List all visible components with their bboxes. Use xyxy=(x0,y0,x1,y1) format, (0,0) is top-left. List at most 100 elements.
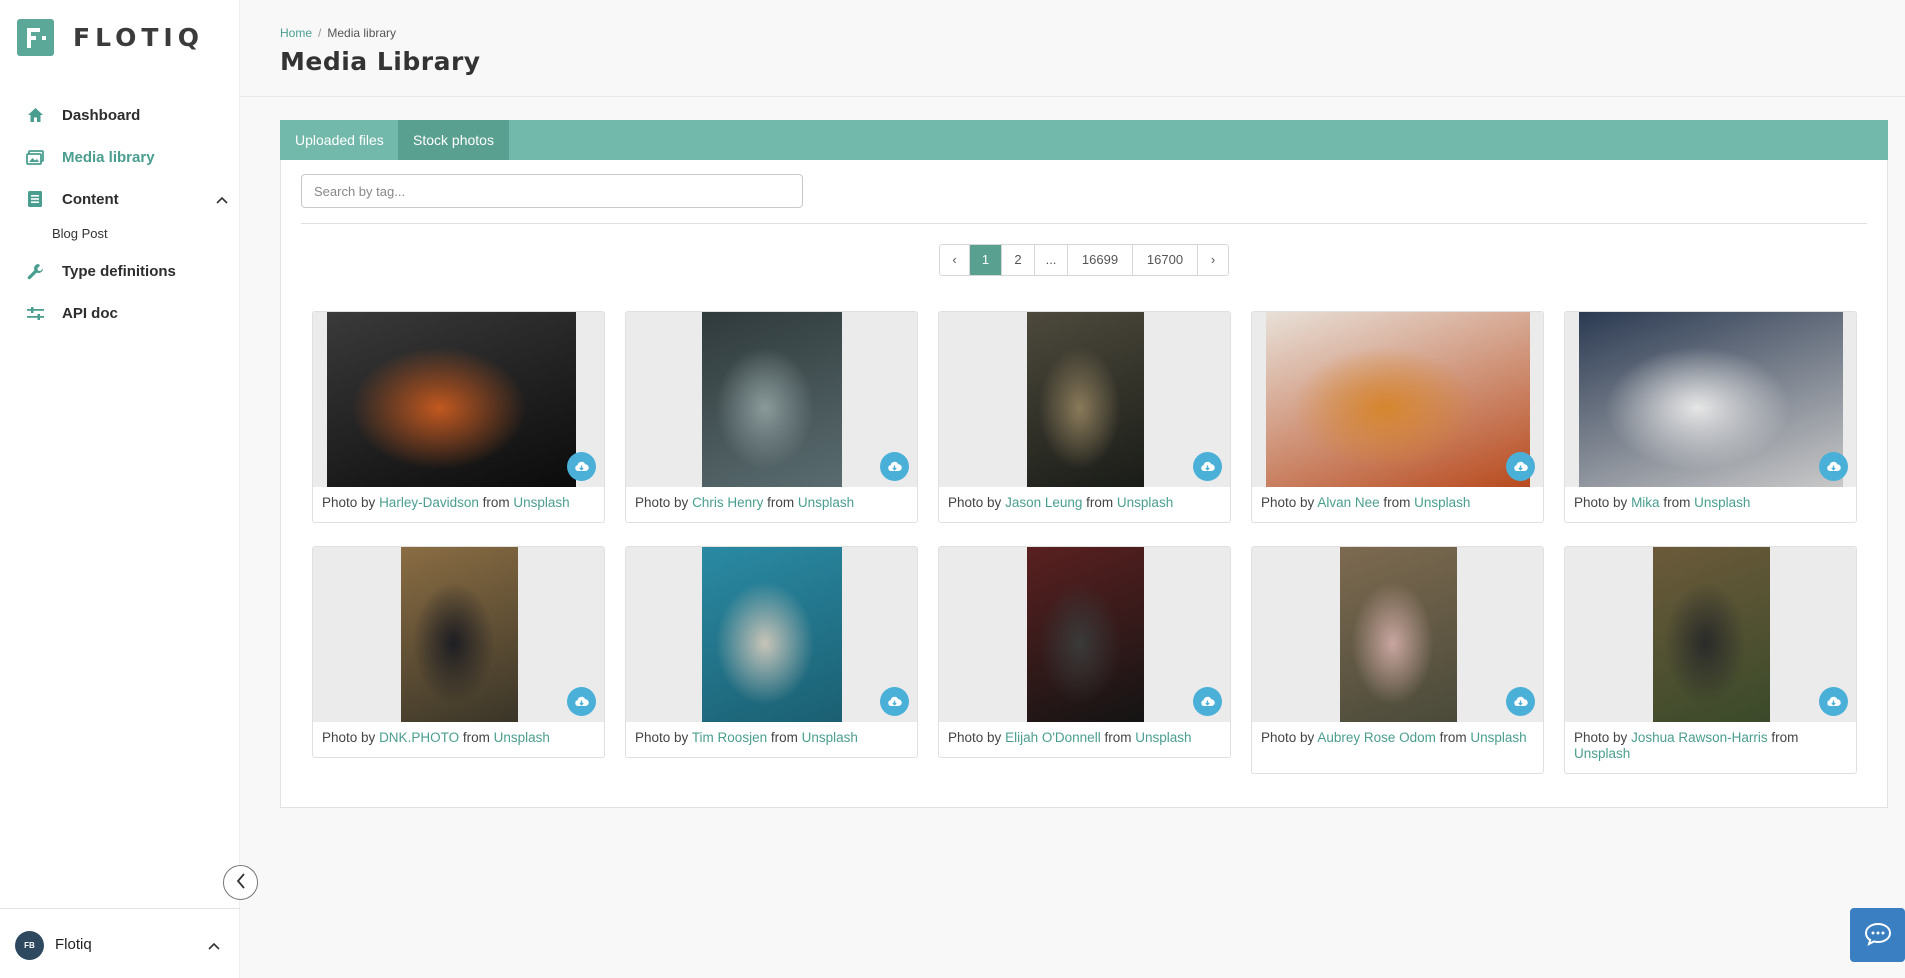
photo-thumbnail[interactable] xyxy=(313,312,604,487)
photo-thumbnail[interactable] xyxy=(1252,312,1543,487)
photo-card[interactable]: Photo by Jason Leung from Unsplash xyxy=(938,311,1231,523)
logo-icon xyxy=(17,19,54,56)
source-link[interactable]: Unsplash xyxy=(1117,495,1173,510)
download-button[interactable] xyxy=(567,687,596,716)
sidebar-item-type-definitions[interactable]: Type definitions xyxy=(0,256,240,286)
source-link[interactable]: Unsplash xyxy=(1470,730,1526,745)
download-button[interactable] xyxy=(880,452,909,481)
author-link[interactable]: Aubrey Rose Odom xyxy=(1317,730,1436,745)
sidebar-item-content[interactable]: Content xyxy=(0,184,240,214)
author-link[interactable]: Alvan Nee xyxy=(1317,495,1379,510)
stock-photo xyxy=(1027,312,1144,487)
photo-card[interactable]: Photo by Mika from Unsplash xyxy=(1564,311,1857,523)
photo-credit: Photo by Chris Henry from Unsplash xyxy=(635,495,905,511)
photo-thumbnail[interactable] xyxy=(626,312,917,487)
photo-thumbnail[interactable] xyxy=(1565,312,1856,487)
source-link[interactable]: Unsplash xyxy=(1135,730,1191,745)
photo-card[interactable]: Photo by Aubrey Rose Odom from Unsplash xyxy=(1251,546,1544,774)
source-link[interactable]: Unsplash xyxy=(798,495,854,510)
source-link[interactable]: Unsplash xyxy=(494,730,550,745)
author-link[interactable]: Jason Leung xyxy=(1005,495,1082,510)
source-link[interactable]: Unsplash xyxy=(1574,746,1630,761)
download-button[interactable] xyxy=(880,687,909,716)
flotiq-logo[interactable]: FLOTIQ xyxy=(17,19,204,56)
sidebar-item-label: Type definitions xyxy=(62,262,176,280)
photo-card[interactable]: Photo by Chris Henry from Unsplash xyxy=(625,311,918,523)
download-button[interactable] xyxy=(1506,687,1535,716)
sidebar: FLOTIQ Dashboard Media library Content B… xyxy=(0,0,240,978)
breadcrumb-home-link[interactable]: Home xyxy=(280,26,312,40)
author-link[interactable]: Mika xyxy=(1631,495,1660,510)
photo-thumbnail[interactable] xyxy=(1565,547,1856,722)
photo-card[interactable]: Photo by Tim Roosjen from Unsplash xyxy=(625,546,918,758)
author-link[interactable]: Chris Henry xyxy=(692,495,763,510)
pagination-prev-button[interactable]: ‹ xyxy=(940,245,970,275)
sliders-icon xyxy=(26,304,44,322)
chat-button[interactable] xyxy=(1850,908,1905,962)
chevron-left-icon xyxy=(236,873,246,892)
pagination-page[interactable]: 16700 xyxy=(1133,245,1198,275)
image-icon xyxy=(26,148,44,166)
breadcrumb: Home / Media library xyxy=(280,26,397,40)
source-link[interactable]: Unsplash xyxy=(802,730,858,745)
credit-from: from xyxy=(770,730,798,745)
photo-thumbnail[interactable] xyxy=(939,547,1230,722)
source-link[interactable]: Unsplash xyxy=(1414,495,1470,510)
photo-card[interactable]: Photo by Joshua Rawson-Harris from Unspl… xyxy=(1564,546,1857,774)
author-link[interactable]: Harley-Davidson xyxy=(379,495,479,510)
credit-from: from xyxy=(1086,495,1114,510)
photo-card[interactable]: Photo by Alvan Nee from Unsplash xyxy=(1251,311,1544,523)
download-button[interactable] xyxy=(1193,687,1222,716)
sidebar-item-dashboard[interactable]: Dashboard xyxy=(0,100,240,130)
photo-thumbnail[interactable] xyxy=(1252,547,1543,722)
credit-prefix: Photo by xyxy=(1261,495,1315,510)
photo-thumbnail[interactable] xyxy=(626,547,917,722)
divider xyxy=(301,223,1867,224)
cloud-download-icon xyxy=(575,696,589,706)
stock-photo xyxy=(1653,547,1770,722)
credit-prefix: Photo by xyxy=(635,495,689,510)
search-input[interactable] xyxy=(301,174,803,208)
stock-photo xyxy=(1579,312,1843,487)
photo-credit: Photo by Aubrey Rose Odom from Unsplash xyxy=(1261,730,1531,746)
cloud-download-icon xyxy=(1201,461,1215,471)
download-button[interactable] xyxy=(1193,452,1222,481)
author-link[interactable]: Tim Roosjen xyxy=(692,730,767,745)
credit-from: from xyxy=(1771,730,1799,745)
photo-credit: Photo by Elijah O'Donnell from Unsplash xyxy=(948,730,1218,746)
photo-card[interactable]: Photo by DNK.PHOTO from Unsplash xyxy=(312,546,605,758)
pagination-next-button[interactable]: › xyxy=(1198,245,1228,275)
photo-thumbnail[interactable] xyxy=(939,312,1230,487)
chevron-up-icon[interactable] xyxy=(208,938,220,953)
photo-card[interactable]: Photo by Elijah O'Donnell from Unsplash xyxy=(938,546,1231,758)
source-link[interactable]: Unsplash xyxy=(1694,495,1750,510)
pagination-page[interactable]: 16699 xyxy=(1068,245,1133,275)
collapse-sidebar-button[interactable] xyxy=(223,865,258,900)
download-button[interactable] xyxy=(1819,452,1848,481)
credit-prefix: Photo by xyxy=(635,730,689,745)
tab-stock-photos[interactable]: Stock photos xyxy=(398,120,509,160)
tab-uploaded-files[interactable]: Uploaded files xyxy=(280,120,399,160)
page-title: Media Library xyxy=(280,47,481,76)
download-button[interactable] xyxy=(567,452,596,481)
photo-thumbnail[interactable] xyxy=(313,547,604,722)
stock-photo xyxy=(1027,547,1144,722)
sidebar-subitem-blog-post[interactable]: Blog Post xyxy=(52,226,108,241)
chevron-up-icon[interactable] xyxy=(216,192,228,207)
sidebar-item-media-library[interactable]: Media library xyxy=(0,142,240,172)
pagination-page[interactable]: 2 xyxy=(1002,245,1035,275)
user-menu[interactable]: FB Flotiq xyxy=(0,908,240,978)
media-panel: Uploaded files Stock photos ‹ 1 2 ... 16… xyxy=(280,120,1888,808)
photo-card[interactable]: Photo by Harley-Davidson from Unsplash xyxy=(312,311,605,523)
sidebar-item-api-doc[interactable]: API doc xyxy=(0,298,240,328)
author-link[interactable]: Elijah O'Donnell xyxy=(1005,730,1101,745)
credit-from: from xyxy=(1663,495,1691,510)
pagination-page[interactable]: 1 xyxy=(970,245,1002,275)
author-link[interactable]: Joshua Rawson-Harris xyxy=(1631,730,1768,745)
author-link[interactable]: DNK.PHOTO xyxy=(379,730,459,745)
avatar: FB xyxy=(15,931,44,960)
download-button[interactable] xyxy=(1819,687,1848,716)
source-link[interactable]: Unsplash xyxy=(513,495,569,510)
sidebar-item-label: API doc xyxy=(62,304,118,322)
download-button[interactable] xyxy=(1506,452,1535,481)
